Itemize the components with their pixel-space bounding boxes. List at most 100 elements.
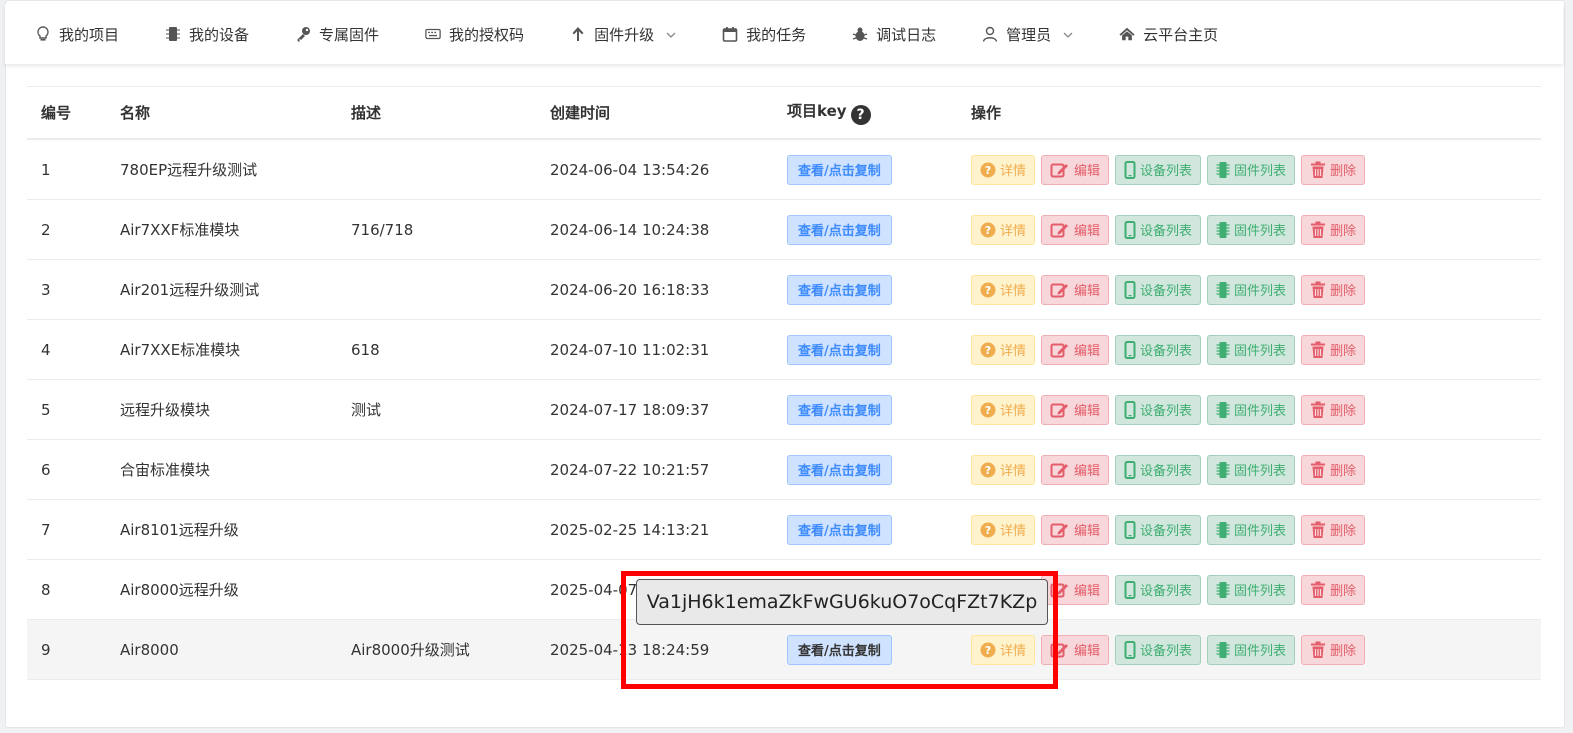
table-header-row: 编号 名称 描述 创建时间 项目key? 操作	[27, 86, 1541, 140]
help-icon[interactable]: ?	[850, 105, 871, 125]
device-list-button[interactable]: 设备列表	[1115, 574, 1202, 605]
nav-item-2[interactable]: 专属固件	[295, 24, 379, 45]
device-list-button[interactable]: 设备列表	[1115, 514, 1202, 545]
cell-name: 780EP远程升级测试	[106, 139, 337, 200]
detail-button[interactable]: ? 详情	[971, 334, 1036, 365]
svg-text:?: ?	[985, 164, 991, 177]
nav-item-3[interactable]: 我的授权码	[425, 24, 524, 45]
edit-icon	[1050, 461, 1070, 479]
view-copy-key-button[interactable]: 查看/点击复制	[787, 154, 892, 185]
mobile-icon	[1124, 580, 1136, 599]
detail-button-label: 详情	[1000, 164, 1027, 179]
delete-button[interactable]: 删除	[1301, 514, 1366, 545]
delete-button[interactable]: 删除	[1301, 394, 1366, 425]
delete-button[interactable]: 删除	[1301, 214, 1366, 245]
svg-text:?: ?	[985, 224, 991, 237]
lightbulb-icon	[35, 26, 51, 42]
delete-button[interactable]: 删除	[1301, 454, 1366, 485]
nav-item-7[interactable]: 管理员	[982, 24, 1073, 45]
nav-item-label: 我的授权码	[449, 25, 525, 44]
nav-item-6[interactable]: 调试日志	[852, 24, 936, 45]
device-list-button-label: 设备列表	[1140, 644, 1193, 659]
header-id: 编号	[27, 86, 106, 140]
edit-button[interactable]: 编辑	[1041, 154, 1110, 185]
device-list-button[interactable]: 设备列表	[1115, 634, 1202, 665]
firmware-list-button[interactable]: 固件列表	[1207, 514, 1296, 545]
detail-button[interactable]: ? 详情	[971, 214, 1036, 245]
device-list-button[interactable]: 设备列表	[1115, 334, 1202, 365]
detail-button[interactable]: ? 详情	[971, 514, 1036, 545]
cell-name: Air8101远程升级	[106, 499, 337, 560]
firmware-list-button[interactable]: 固件列表	[1207, 154, 1296, 185]
cell-key: 查看/点击复制	[773, 499, 957, 560]
trash-icon	[1310, 161, 1326, 179]
edit-button[interactable]: 编辑	[1041, 574, 1110, 605]
key-icon	[295, 26, 311, 42]
nav-item-1[interactable]: 我的设备	[165, 24, 249, 45]
device-list-button[interactable]: 设备列表	[1115, 154, 1202, 185]
nav-item-0[interactable]: 我的项目	[35, 24, 119, 45]
edit-button[interactable]: 编辑	[1041, 274, 1110, 305]
edit-button[interactable]: 编辑	[1041, 514, 1110, 545]
nav-item-label: 专属固件	[319, 25, 380, 44]
view-copy-key-button[interactable]: 查看/点击复制	[787, 454, 892, 485]
view-copy-key-button[interactable]: 查看/点击复制	[787, 274, 892, 305]
delete-button[interactable]: 删除	[1301, 634, 1366, 665]
edit-button[interactable]: 编辑	[1041, 454, 1110, 485]
firmware-list-button[interactable]: 固件列表	[1207, 214, 1296, 245]
arrow-up-icon	[570, 26, 586, 42]
cell-actions: ? 详情 编辑 设备列表 固件列表 删除	[957, 199, 1541, 260]
detail-button-label: 详情	[1000, 284, 1027, 299]
delete-button-label: 删除	[1330, 284, 1357, 299]
edit-button-label: 编辑	[1074, 524, 1101, 539]
detail-button[interactable]: ? 详情	[971, 634, 1036, 665]
view-copy-key-button[interactable]: 查看/点击复制	[787, 394, 892, 425]
delete-button[interactable]: 删除	[1301, 274, 1366, 305]
firmware-list-button[interactable]: 固件列表	[1207, 634, 1296, 665]
device-list-button[interactable]: 设备列表	[1115, 274, 1202, 305]
firmware-list-button[interactable]: 固件列表	[1207, 334, 1296, 365]
edit-button[interactable]: 编辑	[1041, 634, 1110, 665]
mobile-icon	[1124, 340, 1136, 359]
device-list-button[interactable]: 设备列表	[1115, 454, 1202, 485]
detail-button[interactable]: ? 详情	[971, 154, 1036, 185]
detail-button[interactable]: ? 详情	[971, 274, 1036, 305]
edit-button-label: 编辑	[1074, 284, 1101, 299]
edit-button[interactable]: 编辑	[1041, 214, 1110, 245]
delete-button[interactable]: 删除	[1301, 334, 1366, 365]
view-copy-key-button-label: 查看/点击复制	[798, 344, 881, 359]
firmware-list-button-label: 固件列表	[1234, 524, 1287, 539]
firmware-chip-icon	[1216, 521, 1230, 539]
cell-key: 查看/点击复制	[773, 259, 957, 320]
cell-id: 2	[27, 199, 106, 260]
firmware-list-button[interactable]: 固件列表	[1207, 274, 1296, 305]
view-copy-key-button-label: 查看/点击复制	[798, 224, 881, 239]
firmware-list-button[interactable]: 固件列表	[1207, 454, 1296, 485]
nav-item-8[interactable]: 云平台主页	[1119, 24, 1218, 45]
table-row: 7 Air8101远程升级 2025-02-25 14:13:21 查看/点击复制? 详…	[27, 499, 1541, 560]
nav-item-5[interactable]: 我的任务	[722, 24, 806, 45]
cell-id: 1	[27, 139, 106, 200]
delete-button[interactable]: 删除	[1301, 154, 1366, 185]
chevron-down-icon	[1063, 25, 1073, 43]
trash-icon	[1310, 281, 1326, 299]
edit-button[interactable]: 编辑	[1041, 394, 1110, 425]
detail-button[interactable]: ? 详情	[971, 454, 1036, 485]
device-list-button[interactable]: 设备列表	[1115, 214, 1202, 245]
view-copy-key-button[interactable]: 查看/点击复制	[787, 214, 892, 245]
view-copy-key-button[interactable]: 查看/点击复制	[787, 634, 892, 665]
device-list-button[interactable]: 设备列表	[1115, 394, 1202, 425]
device-list-button-label: 设备列表	[1140, 224, 1193, 239]
view-copy-key-button[interactable]: 查看/点击复制	[787, 334, 892, 365]
top-navbar: 我的项目 我的设备 专属固件 我的授权码 固件升级 我的任务 调试日志 管理员 云平台主页	[5, 4, 1563, 64]
nav-item-4[interactable]: 固件升级	[570, 24, 676, 45]
view-copy-key-button[interactable]: 查看/点击复制	[787, 514, 892, 545]
cell-key: 查看/点击复制	[773, 619, 957, 680]
cell-created: 2025-04-13 18:24:59	[536, 619, 773, 680]
delete-button[interactable]: 删除	[1301, 574, 1366, 605]
firmware-list-button[interactable]: 固件列表	[1207, 574, 1296, 605]
firmware-list-button[interactable]: 固件列表	[1207, 394, 1296, 425]
delete-button-label: 删除	[1330, 344, 1357, 359]
edit-button[interactable]: 编辑	[1041, 334, 1110, 365]
detail-button[interactable]: ? 详情	[971, 394, 1036, 425]
